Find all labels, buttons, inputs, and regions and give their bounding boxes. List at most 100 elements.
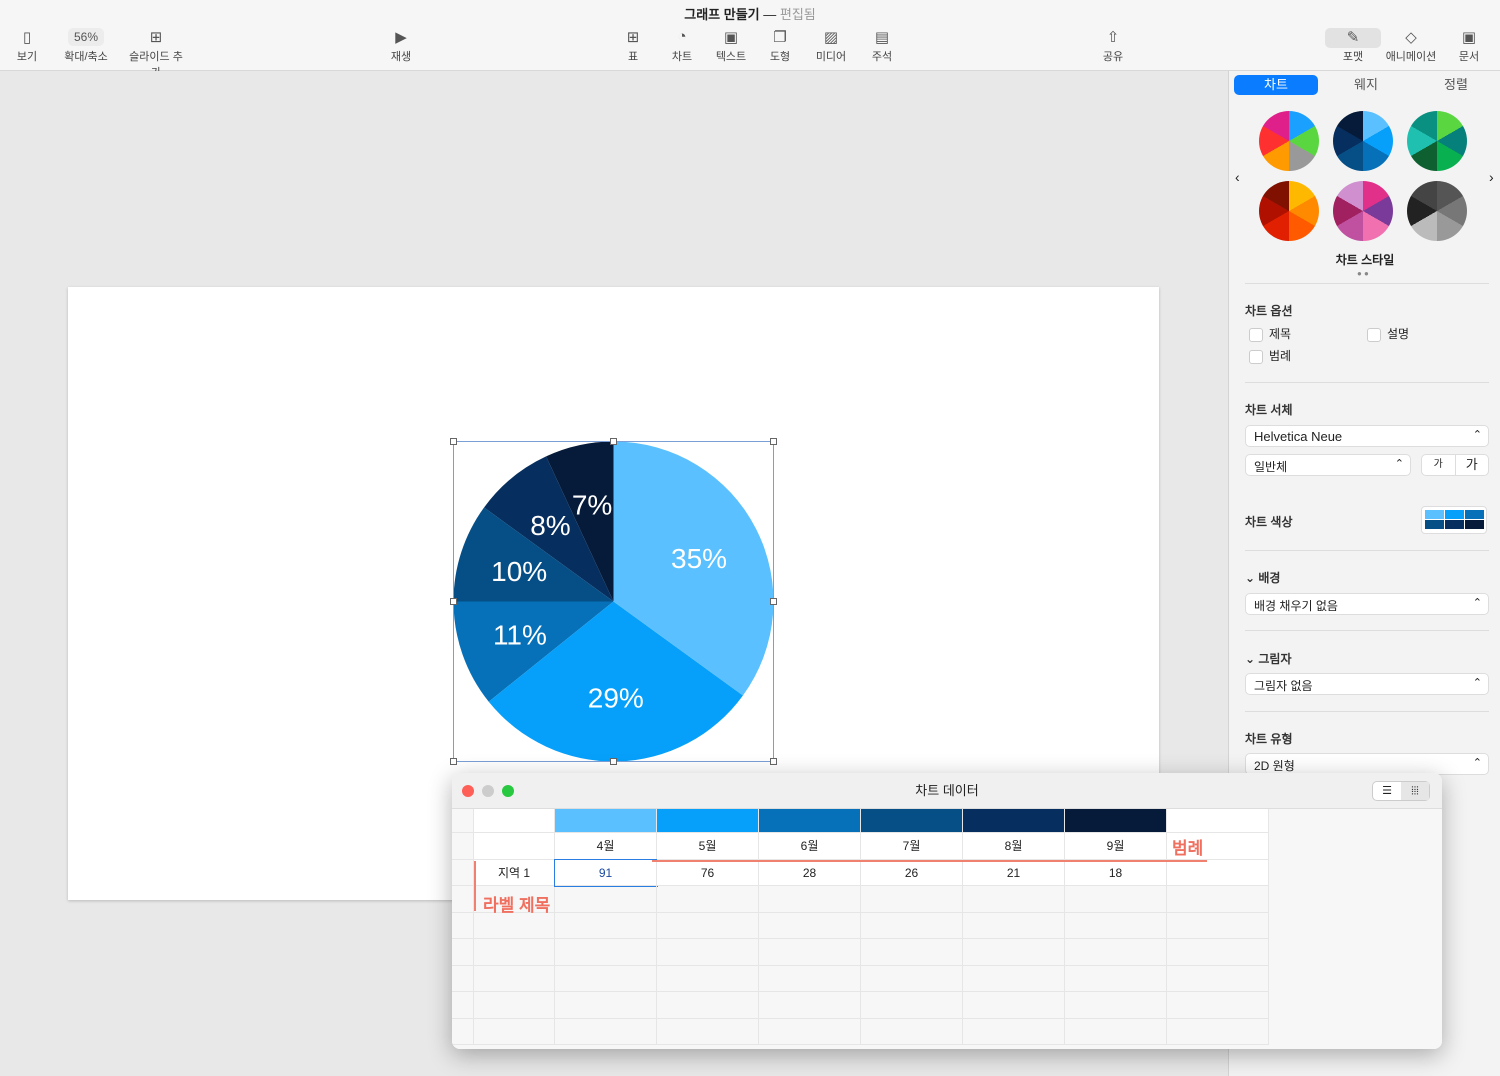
column-header[interactable]: 4월	[555, 833, 657, 860]
grid-cell[interactable]	[1167, 992, 1269, 1019]
grid-cell[interactable]	[759, 1018, 861, 1045]
document-button[interactable]: ▣ 문서	[1439, 28, 1499, 64]
format-button[interactable]: ✎ 포맷	[1323, 28, 1383, 64]
columns-icon[interactable]: ⦙⦙⦙	[1401, 782, 1429, 800]
grid-cell[interactable]	[861, 886, 963, 913]
grid-cell[interactable]	[474, 833, 555, 860]
background-select[interactable]: 배경 채우기 없음	[1245, 593, 1489, 615]
value-cell[interactable]: 18	[1065, 859, 1167, 886]
grid-cell[interactable]	[555, 809, 657, 833]
background-heading[interactable]: ⌄ 배경	[1245, 569, 1280, 586]
rows-icon[interactable]: ☰	[1373, 782, 1401, 800]
grid-cell[interactable]	[759, 809, 861, 833]
value-cell[interactable]: 76	[657, 859, 759, 886]
grid-cell[interactable]	[1167, 1018, 1269, 1045]
resize-handle[interactable]	[610, 438, 617, 445]
grid-cell[interactable]	[861, 965, 963, 992]
animate-button[interactable]: ◇ 애니메이션	[1381, 28, 1441, 64]
grid-cell[interactable]	[1065, 939, 1167, 966]
grid-cell[interactable]	[759, 939, 861, 966]
font-size-stepper[interactable]: 가 가	[1421, 454, 1489, 476]
data-grid[interactable]: 지역 1 4월 91 5월 76 6월 28 7월 26 8월 21 9월 18	[452, 809, 1442, 1049]
column-header[interactable]: 9월	[1065, 833, 1167, 860]
font-style-select[interactable]: 일반체	[1245, 454, 1411, 476]
grid-cell[interactable]	[861, 1018, 963, 1045]
grid-cell[interactable]	[657, 965, 759, 992]
grid-cell[interactable]	[657, 912, 759, 939]
chart-colors-swatch[interactable]	[1421, 506, 1487, 534]
grid-cell[interactable]	[474, 965, 555, 992]
value-cell[interactable]: 21	[963, 859, 1065, 886]
value-cell[interactable]: 28	[759, 859, 861, 886]
resize-handle[interactable]	[770, 758, 777, 765]
tab-arrange[interactable]: 정렬	[1414, 75, 1498, 95]
grid-cell[interactable]	[452, 859, 474, 886]
tab-chart[interactable]: 차트	[1234, 75, 1318, 95]
grid-cell[interactable]	[963, 1018, 1065, 1045]
grid-cell[interactable]	[452, 992, 474, 1019]
grid-cell[interactable]	[474, 939, 555, 966]
value-cell[interactable]: 26	[861, 859, 963, 886]
shadow-select[interactable]: 그림자 없음	[1245, 673, 1489, 695]
grid-cell[interactable]	[963, 939, 1065, 966]
tab-wedge[interactable]: 웨지	[1324, 75, 1408, 95]
prev-style-icon[interactable]: ‹	[1235, 169, 1240, 185]
grid-cell[interactable]	[1167, 965, 1269, 992]
grid-cell[interactable]	[1167, 809, 1269, 833]
column-header[interactable]: 5월	[657, 833, 759, 860]
grid-cell[interactable]	[759, 912, 861, 939]
title-checkbox[interactable]: 제목	[1249, 325, 1291, 342]
font-select[interactable]: Helvetica Neue	[1245, 425, 1489, 447]
grid-cell[interactable]	[1167, 859, 1269, 886]
grid-cell[interactable]	[1065, 965, 1167, 992]
grid-cell[interactable]	[555, 886, 657, 913]
chart-style-thumb[interactable]	[1407, 111, 1467, 171]
grid-cell[interactable]	[474, 1018, 555, 1045]
grid-cell[interactable]	[861, 912, 963, 939]
column-header[interactable]: 8월	[963, 833, 1065, 860]
grid-cell[interactable]	[1065, 1018, 1167, 1045]
shadow-heading[interactable]: ⌄ 그림자	[1245, 650, 1292, 667]
column-header[interactable]: 6월	[759, 833, 861, 860]
row-header[interactable]: 지역 1	[474, 859, 555, 886]
resize-handle[interactable]	[450, 598, 457, 605]
resize-handle[interactable]	[770, 438, 777, 445]
grid-cell[interactable]	[963, 965, 1065, 992]
grid-cell[interactable]	[1167, 939, 1269, 966]
grid-cell[interactable]	[861, 939, 963, 966]
grid-cell[interactable]	[555, 939, 657, 966]
grid-cell[interactable]	[657, 1018, 759, 1045]
grid-cell[interactable]	[657, 939, 759, 966]
chart-style-thumb[interactable]	[1407, 181, 1467, 241]
grid-cell[interactable]	[452, 965, 474, 992]
grid-cell[interactable]	[963, 809, 1065, 833]
grid-cell[interactable]	[963, 912, 1065, 939]
chart-type-select[interactable]: 2D 원형	[1245, 753, 1489, 775]
legend-checkbox[interactable]: 범례	[1249, 347, 1291, 364]
chart-style-thumb[interactable]	[1259, 111, 1319, 171]
resize-handle[interactable]	[450, 438, 457, 445]
chart-style-thumb[interactable]	[1259, 181, 1319, 241]
grid-cell[interactable]	[474, 992, 555, 1019]
grid-cell[interactable]	[861, 809, 963, 833]
resize-handle[interactable]	[610, 758, 617, 765]
grid-cell[interactable]	[555, 1018, 657, 1045]
grid-cell[interactable]	[759, 992, 861, 1019]
resize-handle[interactable]	[770, 598, 777, 605]
page-dots[interactable]: ● ●	[1357, 269, 1369, 278]
next-style-icon[interactable]: ›	[1489, 169, 1494, 185]
grid-cell[interactable]	[1167, 886, 1269, 913]
grid-cell[interactable]	[555, 992, 657, 1019]
decrease-font-button[interactable]: 가	[1422, 455, 1456, 475]
grid-cell[interactable]	[452, 809, 474, 833]
grid-cell[interactable]	[1065, 886, 1167, 913]
grid-cell[interactable]	[1065, 809, 1167, 833]
close-button[interactable]	[462, 785, 474, 797]
chart-data-titlebar[interactable]: 차트 데이터	[452, 773, 1442, 809]
grid-cell[interactable]	[657, 886, 759, 913]
value-cell[interactable]: 91	[554, 858, 658, 887]
grid-cell[interactable]	[474, 912, 555, 939]
resize-handle[interactable]	[450, 758, 457, 765]
grid-cell[interactable]	[1065, 912, 1167, 939]
column-header[interactable]: 7월	[861, 833, 963, 860]
